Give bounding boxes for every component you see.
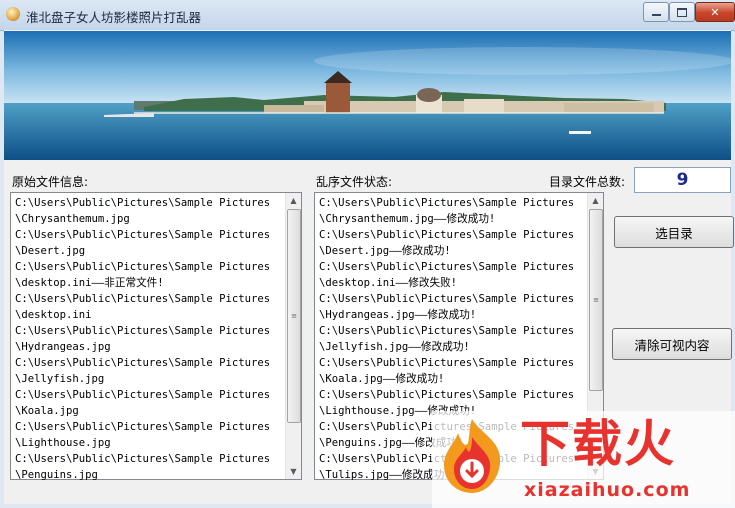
list-item: \Desert.jpg	[15, 245, 86, 257]
watermark-logo-icon	[444, 419, 501, 493]
grip-icon: ≡	[291, 312, 297, 320]
list-item: \Penguins.jpg	[15, 469, 98, 481]
app-icon	[6, 7, 20, 21]
list-item: \desktop.ini	[15, 309, 92, 321]
list-item: \Koala.jpg——修改成功!	[319, 373, 445, 385]
minimize-button[interactable]	[643, 2, 669, 22]
list-item: C:\Users\Public\Pictures\Sample Pictures	[319, 325, 575, 337]
list-item: \Lighthouse.jpg	[15, 437, 111, 449]
maximize-button[interactable]	[669, 2, 695, 22]
minimize-icon	[651, 14, 661, 16]
list-item: C:\Users\Public\Pictures\Sample Pictures	[15, 421, 271, 433]
title-bar[interactable]: 淮北盘子女人坊影楼照片打乱器 ✕	[0, 0, 735, 31]
banner-image	[4, 31, 731, 160]
list-item: C:\Users\Public\Pictures\Sample Pictures	[319, 229, 575, 241]
list-item: \Jellyfish.jpg——修改成功!	[319, 341, 470, 353]
original-files-label: 原始文件信息:	[12, 175, 89, 189]
list-item: C:\Users\Public\Pictures\Sample Pictures	[15, 357, 271, 369]
list-item: \Jellyfish.jpg	[15, 373, 105, 385]
close-button[interactable]: ✕	[695, 2, 735, 22]
file-count-value: 9	[634, 167, 731, 193]
scroll-up-icon[interactable]: ▲	[286, 193, 301, 208]
list-item: C:\Users\Public\Pictures\Sample Pictures	[15, 389, 271, 401]
scroll-thumb[interactable]: ≡	[287, 209, 301, 423]
list-item: \Hydrangeas.jpg	[15, 341, 111, 353]
list-item: C:\Users\Public\Pictures\Sample Pictures	[319, 293, 575, 305]
list-item: \Chrysanthemum.jpg——修改成功!	[319, 213, 496, 225]
list-item: C:\Users\Public\Pictures\Sample Pictures	[319, 357, 575, 369]
list-item: C:\Users\Public\Pictures\Sample Pictures	[15, 197, 271, 209]
select-directory-button[interactable]: 选目录	[614, 216, 734, 248]
list-item: C:\Users\Public\Pictures\Sample Pictures	[15, 293, 271, 305]
original-files-list[interactable]: C:\Users\Public\Pictures\Sample Pictures…	[10, 192, 302, 483]
list-item: \desktop.ini——修改失败!	[319, 277, 458, 289]
list-item: C:\Users\Public\Pictures\Sample Pictures	[15, 229, 271, 241]
list-item: C:\Users\Public\Pictures\Sample Pictures	[319, 389, 575, 401]
scroll-down-icon[interactable]: ▼	[286, 464, 301, 479]
list-item: C:\Users\Public\Pictures\Sample Pictures	[319, 197, 575, 209]
original-files-lines: C:\Users\Public\Pictures\Sample Pictures…	[15, 195, 285, 483]
window-title: 淮北盘子女人坊影楼照片打乱器	[26, 10, 202, 25]
file-count-label: 目录文件总数:	[549, 175, 626, 189]
list-item: \Desert.jpg——修改成功!	[319, 245, 451, 257]
list-item: C:\Users\Public\Pictures\Sample Pictures	[15, 261, 271, 273]
grip-icon: ≡	[593, 296, 599, 304]
scroll-up-icon[interactable]: ▲	[588, 193, 603, 208]
watermark-url: xiazaihuo.com	[524, 479, 691, 501]
list-item: \desktop.ini——非正常文件!	[15, 277, 164, 289]
watermark-brand: 下载火	[520, 415, 676, 473]
watermark: 下载火 xiazaihuo.com	[432, 411, 735, 508]
shuffled-files-label: 乱序文件状态:	[316, 175, 393, 189]
list-item: C:\Users\Public\Pictures\Sample Pictures	[15, 453, 271, 465]
list-item: C:\Users\Public\Pictures\Sample Pictures	[15, 325, 271, 337]
scroll-thumb[interactable]: ≡	[589, 209, 603, 391]
list-item: \Chrysanthemum.jpg	[15, 213, 130, 225]
list-item: \Koala.jpg	[15, 405, 79, 417]
clear-content-button[interactable]: 清除可视内容	[612, 328, 732, 360]
original-files-scrollbar[interactable]: ▲ ≡ ▼	[285, 193, 301, 479]
maximize-icon	[677, 7, 687, 17]
list-item: \Hydrangeas.jpg——修改成功!	[319, 309, 477, 321]
close-icon: ✕	[710, 5, 720, 19]
list-item: C:\Users\Public\Pictures\Sample Pictures	[319, 261, 575, 273]
